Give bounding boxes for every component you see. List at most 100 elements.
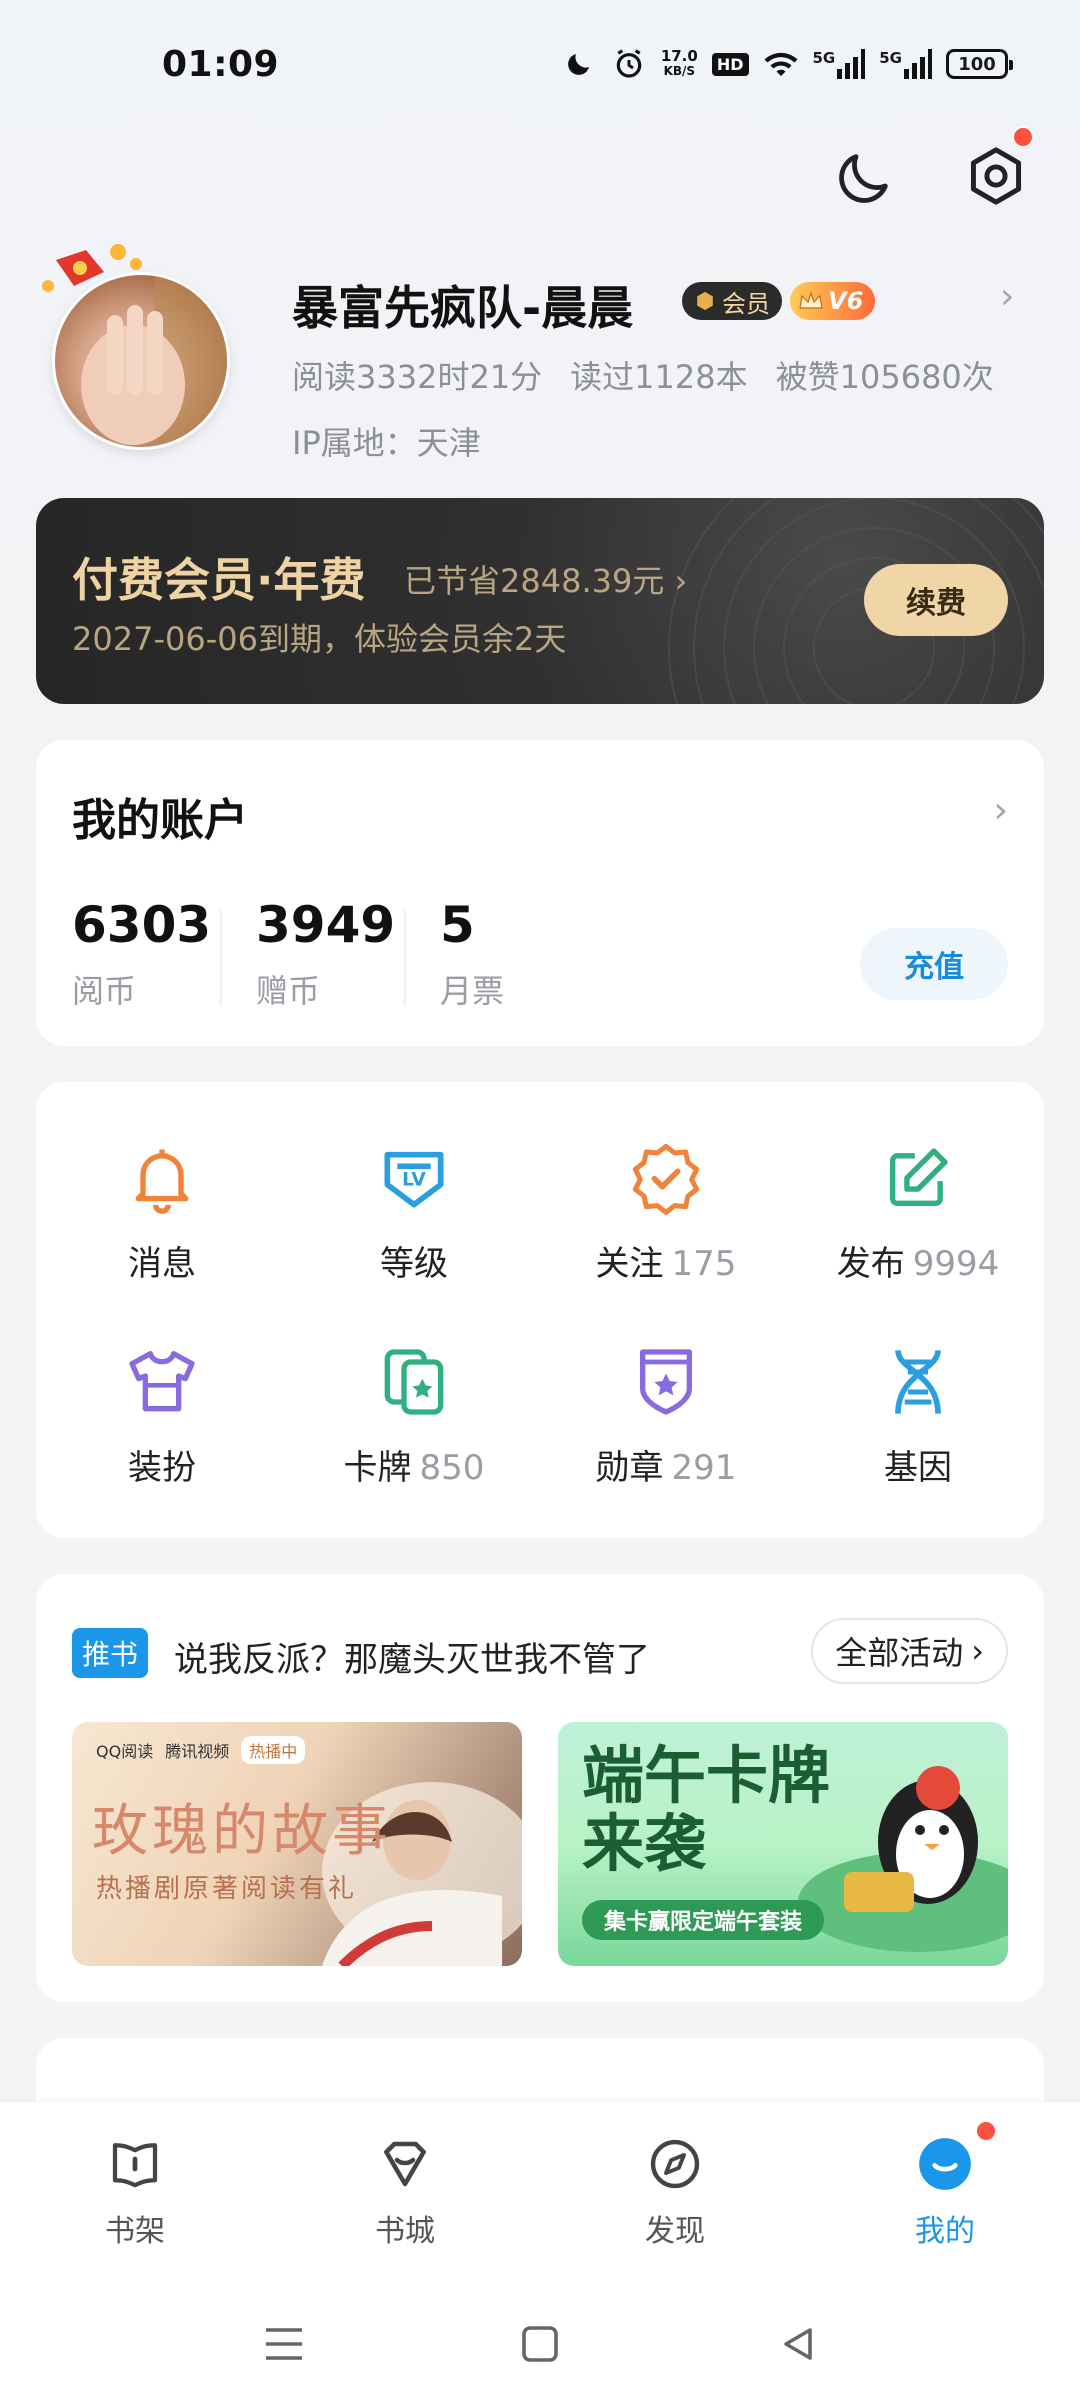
signal-5g-icon-1: 5G [813, 49, 866, 79]
account-title[interactable]: 我的账户 [72, 784, 248, 848]
yuebi-value: 6303 [72, 896, 212, 954]
dna-icon [876, 1340, 960, 1424]
signal-label-1: 5G [812, 49, 836, 67]
profile-stats: 阅读3332时21分 读过1128本 被赞105680次 [292, 352, 994, 398]
nav-tab-discover[interactable]: 发现 [585, 2132, 765, 2250]
moon-icon [839, 154, 888, 203]
promo-tag: 推书 [72, 1628, 149, 1678]
grid-label: 装扮 [128, 1448, 196, 1488]
level-badge[interactable]: V6 [790, 282, 876, 320]
banner-dragon-subtitle: 集卡赢限定端午套装 [582, 1900, 825, 1940]
settings-hex-icon [970, 147, 1022, 205]
banner-dragon-boat-cards[interactable]: 端午卡牌 来袭 集卡赢限定端午套装 [558, 1722, 1008, 1966]
grid-item-level[interactable]: LV 等级 [288, 1136, 540, 1306]
monthly-ticket-label: 月票 [440, 972, 505, 1010]
bookshelf-icon [103, 2132, 167, 2196]
membership-card[interactable]: 付费会员·年费 已节省2848.39元 › 2027-06-06到期，体验会员余… [36, 498, 1044, 704]
profile-chevron-icon[interactable]: › [1000, 276, 1014, 317]
account-item-zengbi[interactable]: 3949 赠币 [256, 896, 395, 1012]
mine-notification-dot [975, 2120, 997, 2142]
grid-label: 等级 [380, 1244, 448, 1284]
battery-icon: 100 [946, 49, 1013, 79]
membership-saved[interactable]: 已节省2848.39元 › [404, 556, 687, 602]
account-chevron-icon[interactable]: › [994, 790, 1008, 831]
charge-button[interactable]: 充值 [860, 928, 1008, 1000]
compass-icon [643, 2132, 707, 2196]
bell-icon [120, 1136, 204, 1220]
avatar-decoration [36, 234, 156, 324]
nav-tab-bookstore[interactable]: 书城 [315, 2132, 495, 2250]
promo-card: 推书 说我反派？那魔头灭世我不管了 全部活动 › QQ阅读 腾讯视频 热播中 玫瑰… [36, 1574, 1044, 2002]
membership-expiry: 2027-06-06到期，体验会员余2天 [72, 620, 567, 658]
all-activities-button[interactable]: 全部活动 › [811, 1618, 1008, 1684]
settings-notification-dot [1012, 126, 1034, 148]
grid-item-gene[interactable]: 基因 [792, 1340, 1044, 1510]
night-mode-button[interactable] [824, 138, 904, 218]
nav-label: 我的 [915, 2214, 975, 2249]
renew-button[interactable]: 续费 [864, 564, 1008, 636]
vip-badge[interactable]: 会员 [682, 282, 782, 320]
cards-icon [372, 1340, 456, 1424]
net-speed: 17.0 KB/S [661, 49, 698, 79]
vip-hex-icon [697, 291, 713, 311]
grid-label: 勋章 [595, 1448, 664, 1488]
promo-book-title[interactable]: 说我反派？那魔头灭世我不管了 [174, 1632, 650, 1681]
signal-5g-icon-2: 5G [879, 49, 932, 79]
status-time: 01:09 [162, 44, 280, 85]
crown-icon [799, 291, 823, 309]
menu-lines-icon [266, 2328, 302, 2360]
edit-icon [876, 1136, 960, 1220]
back-nav-button[interactable] [778, 2324, 818, 2368]
grid-label: 基因 [884, 1448, 952, 1488]
grid-label: 卡牌 [343, 1448, 412, 1488]
feature-grid: 消息 LV 等级 关注175 发布9994 装扮 卡牌850 勋章291 [36, 1082, 1044, 1538]
divider [220, 910, 222, 1006]
tshirt-icon [120, 1340, 204, 1424]
grid-item-cards[interactable]: 卡牌 850 [288, 1340, 540, 1510]
zengbi-label: 赠币 [256, 972, 321, 1010]
banner-brands: QQ阅读 腾讯视频 热播中 [96, 1736, 306, 1764]
divider [404, 910, 406, 1006]
monthly-ticket-value: 5 [440, 896, 475, 954]
signal-label-2: 5G [879, 49, 902, 67]
grid-label: 关注 [595, 1244, 664, 1284]
account-item-yuebi[interactable]: 6303 阅币 [72, 896, 211, 1012]
home-nav-button[interactable] [520, 2324, 560, 2368]
grid-label: 发布 [836, 1244, 905, 1284]
books-read: 读过1128本 [570, 358, 748, 396]
nav-label: 书城 [375, 2214, 435, 2249]
grid-item-publish[interactable]: 发布 9994 [792, 1136, 1044, 1306]
grid-item-messages[interactable]: 消息 [36, 1136, 288, 1306]
bottom-nav: 书架 书城 发现 我的 [0, 2102, 1080, 2400]
brand-tencent-video: 腾讯视频 [165, 1742, 230, 1761]
status-icons: 17.0 KB/S HD 5G 5G 100 [561, 44, 1013, 84]
wifi-icon [763, 47, 799, 81]
vip-badge-label: 会员 [722, 289, 770, 318]
banner-dragon-title: 端午卡牌 来袭 [582, 1741, 830, 1881]
nav-tab-mine[interactable]: 我的 [855, 2132, 1035, 2250]
grid-count: 175 [671, 1244, 737, 1284]
grid-item-follow[interactable]: 关注 175 [540, 1136, 792, 1306]
grid-count: 850 [419, 1448, 485, 1488]
follow-check-icon [624, 1136, 708, 1220]
grid-item-medals[interactable]: 勋章 291 [540, 1340, 792, 1510]
menu-nav-button[interactable] [262, 2324, 306, 2368]
username[interactable]: 暴富先疯队-晨晨 [292, 272, 633, 338]
account-item-monthly-ticket[interactable]: 5 月票 [440, 896, 504, 1012]
yuebi-label: 阅币 [72, 972, 137, 1010]
chevron-right-icon: › [971, 1632, 984, 1670]
likes-count: 被赞105680次 [775, 358, 994, 396]
level-badge-label: V6 [828, 287, 864, 315]
banner-dragon-title-line2: 来袭 [582, 1807, 707, 1881]
settings-button[interactable] [956, 136, 1036, 216]
nav-tab-bookshelf[interactable]: 书架 [45, 2132, 225, 2250]
svg-text:LV: LV [402, 1170, 426, 1191]
square-home-icon [522, 2326, 558, 2362]
membership-title: 付费会员·年费 [72, 553, 366, 607]
banner-rose-story[interactable]: QQ阅读 腾讯视频 热播中 玫瑰的故事 热播剧原著阅读有礼 [72, 1722, 522, 1966]
net-speed-unit: KB/S [663, 64, 696, 78]
nav-label: 发现 [645, 2214, 705, 2249]
all-activities-label: 全部活动 [835, 1634, 964, 1672]
grid-item-dressup[interactable]: 装扮 [36, 1340, 288, 1510]
membership-saved-text: 已节省2848.39元 [404, 562, 665, 600]
